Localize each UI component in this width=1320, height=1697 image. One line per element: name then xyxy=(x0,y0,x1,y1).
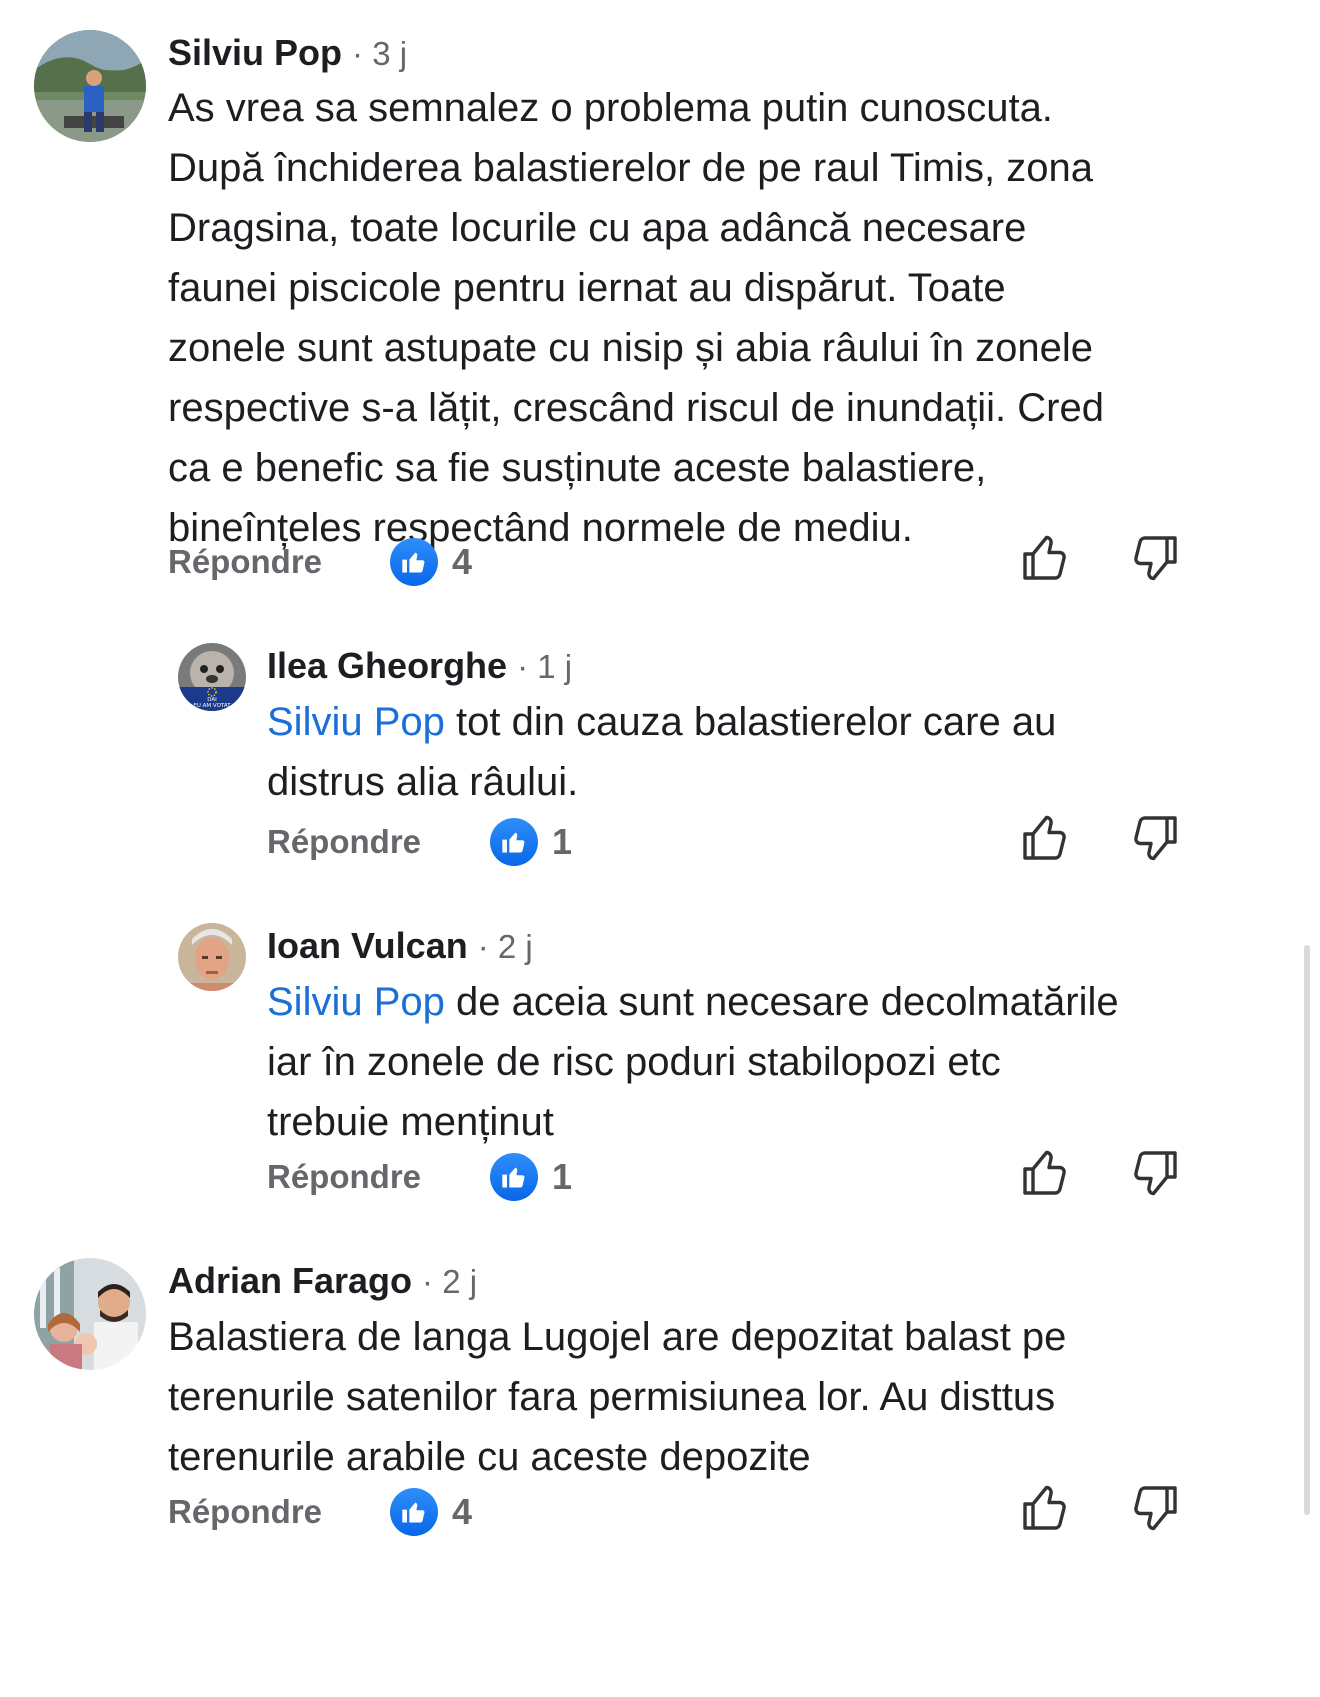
svg-text:EU AM VOTAT: EU AM VOTAT xyxy=(193,703,231,709)
thumbs-up-outline-icon[interactable] xyxy=(1020,812,1070,864)
author-name[interactable]: Ilea Gheorghe xyxy=(267,645,507,686)
comment-actions: Répondre 1 xyxy=(267,812,1188,872)
comment-header: Ioan Vulcan · 2 j xyxy=(267,925,533,967)
thumbs-up-icon xyxy=(390,1488,438,1536)
comment-header: Ilea Gheorghe · 1 j xyxy=(267,645,572,687)
timestamp[interactable]: · 3 j xyxy=(352,35,407,72)
reply-button[interactable]: Répondre xyxy=(168,1482,322,1542)
thumbs-down-outline-icon[interactable] xyxy=(1130,532,1180,584)
thumbs-down-outline-icon[interactable] xyxy=(1130,1482,1180,1534)
reply-button[interactable]: Répondre xyxy=(168,532,322,592)
thumbs-up-icon xyxy=(490,818,538,866)
mention-link[interactable]: Silviu Pop xyxy=(267,980,445,1024)
author-name[interactable]: Silviu Pop xyxy=(168,32,342,73)
avatar[interactable]: DAI EU AM VOTAT xyxy=(178,643,246,711)
comment-actions: Répondre 1 xyxy=(267,1147,1188,1207)
comment-actions: Répondre 4 xyxy=(168,1482,1188,1542)
reaction-summary[interactable]: 4 xyxy=(390,1488,472,1536)
comment-text: Silviu Pop de aceia sunt necesare decolm… xyxy=(267,972,1207,1152)
thumbs-down-outline-icon[interactable] xyxy=(1130,812,1180,864)
comment-text: Balastiera de langa Lugojel are depozita… xyxy=(168,1315,1067,1479)
reply-button[interactable]: Répondre xyxy=(267,1147,421,1207)
like-count: 1 xyxy=(552,1156,573,1197)
comment-text: Silviu Pop tot din cauza balastierelor c… xyxy=(267,692,1207,812)
avatar[interactable] xyxy=(34,1258,146,1370)
mention-link[interactable]: Silviu Pop xyxy=(267,700,445,744)
thumbs-up-icon xyxy=(390,538,438,586)
thumbs-up-outline-icon[interactable] xyxy=(1020,532,1070,584)
comment-header: Silviu Pop · 3 j xyxy=(168,32,407,74)
timestamp[interactable]: · 1 j xyxy=(517,648,572,685)
comment-text: As vrea sa semnalez o problema putin cun… xyxy=(168,86,1104,550)
thumbs-up-outline-icon[interactable] xyxy=(1020,1147,1070,1199)
thumbs-up-outline-icon[interactable] xyxy=(1020,1482,1070,1534)
avatar[interactable] xyxy=(34,30,146,142)
timestamp[interactable]: · 2 j xyxy=(478,928,533,965)
thumbs-up-icon xyxy=(490,1153,538,1201)
author-name[interactable]: Ioan Vulcan xyxy=(267,925,468,966)
reaction-summary[interactable]: 1 xyxy=(490,1153,572,1201)
comment-header: Adrian Farago · 2 j xyxy=(168,1260,477,1302)
timestamp[interactable]: · 2 j xyxy=(422,1263,477,1300)
comment-actions: Répondre 4 xyxy=(168,532,1188,592)
thumbs-down-outline-icon[interactable] xyxy=(1130,1147,1180,1199)
reaction-summary[interactable]: 1 xyxy=(490,818,572,866)
reaction-summary[interactable]: 4 xyxy=(390,538,472,586)
like-count: 4 xyxy=(452,1491,473,1532)
reply-button[interactable]: Répondre xyxy=(267,812,421,872)
author-name[interactable]: Adrian Farago xyxy=(168,1260,412,1301)
like-count: 4 xyxy=(452,541,473,582)
avatar[interactable] xyxy=(178,923,246,991)
like-count: 1 xyxy=(552,821,573,862)
scrollbar[interactable] xyxy=(1304,945,1310,1515)
